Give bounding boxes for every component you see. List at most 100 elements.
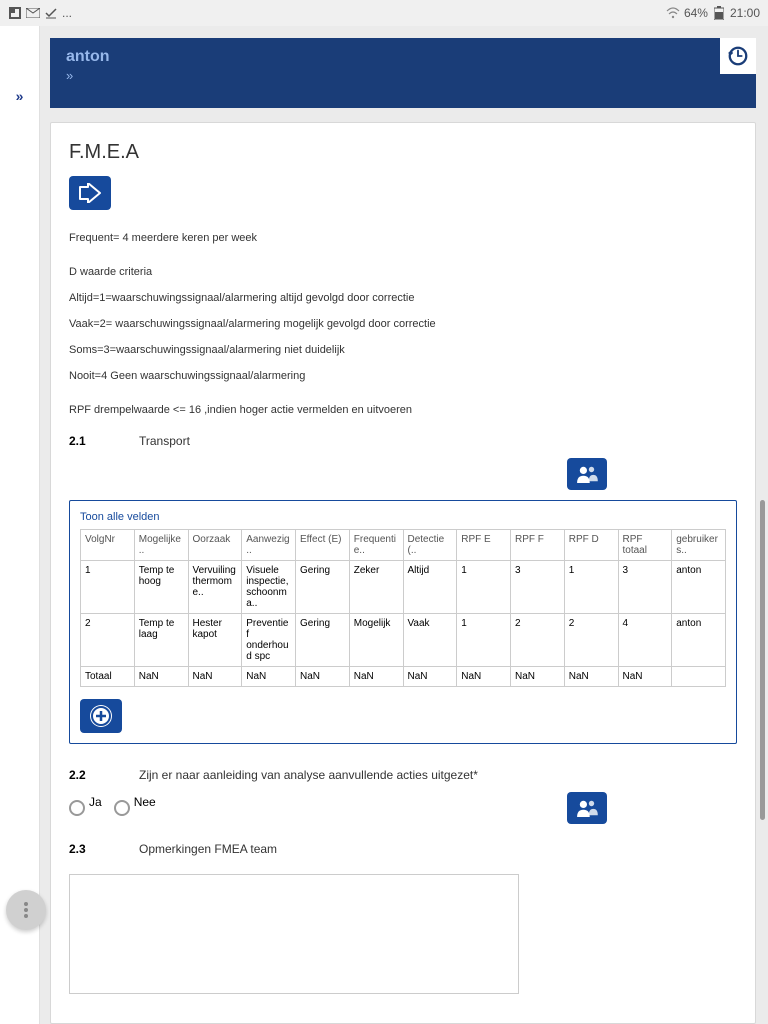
- table-cell: NaN: [457, 667, 511, 687]
- table-header: VolgNr: [81, 530, 135, 561]
- plus-circle-icon: [88, 703, 114, 729]
- persons-button-2[interactable]: [567, 792, 607, 824]
- table-cell: NaN: [564, 667, 618, 687]
- table-cell: Hester kapot: [188, 614, 242, 667]
- dots-vertical-icon: [23, 901, 29, 919]
- table-cell: NaN: [403, 667, 457, 687]
- table-header: gebruikers..: [672, 530, 726, 561]
- table-cell: Vervuiling thermome..: [188, 561, 242, 614]
- table-cell: Temp te laag: [134, 614, 188, 667]
- info-nooit: Nooit=4 Geen waarschuwingssignaal/alarme…: [69, 370, 737, 382]
- table-cell: 1: [457, 614, 511, 667]
- table-header: RPF E: [457, 530, 511, 561]
- table-cell: 2: [81, 614, 135, 667]
- scrollbar[interactable]: [760, 500, 765, 820]
- battery-icon: [712, 6, 726, 20]
- comments-textarea[interactable]: [69, 874, 519, 994]
- section-2-3-label: Opmerkingen FMEA team: [139, 842, 277, 856]
- info-soms: Soms=3=waarschuwingssignaal/alarmering n…: [69, 344, 737, 356]
- section-2-1-num: 2.1: [69, 434, 109, 448]
- table-cell: 3: [511, 561, 565, 614]
- table-cell: NaN: [296, 667, 350, 687]
- section-2-2-num: 2.2: [69, 768, 109, 782]
- table-cell: Mogelijk: [349, 614, 403, 667]
- table-cell: anton: [672, 561, 726, 614]
- table-cell: Altijd: [403, 561, 457, 614]
- table-cell: Vaak: [403, 614, 457, 667]
- table-cell: 3: [618, 561, 672, 614]
- content-card: F.M.E.A Frequent= 4 meerdere keren per w…: [50, 122, 756, 1024]
- battery-pct: 64%: [684, 6, 708, 20]
- expand-sidebar-button[interactable]: »: [0, 88, 39, 104]
- app-header: anton »: [50, 38, 756, 108]
- table-cell: Temp te hoog: [134, 561, 188, 614]
- show-all-fields-link[interactable]: Toon alle velden: [80, 511, 726, 523]
- navigate-button[interactable]: [69, 176, 111, 210]
- sync-icon: [727, 45, 749, 67]
- table-row[interactable]: 2Temp te laagHester kapotPreventief onde…: [81, 614, 726, 667]
- arrow-right-icon: [78, 183, 102, 203]
- header-action-button[interactable]: [720, 38, 756, 74]
- table-cell: 2: [511, 614, 565, 667]
- table-cell: Zeker: [349, 561, 403, 614]
- header-title: anton: [66, 48, 110, 66]
- table-cell: NaN: [349, 667, 403, 687]
- table-cell: Totaal: [81, 667, 135, 687]
- info-rpf: RPF drempelwaarde <= 16 ,indien hoger ac…: [69, 404, 737, 416]
- header-breadcrumb: »: [66, 68, 110, 83]
- status-bar: ... 64% 21:00: [0, 0, 768, 26]
- persons-button-1[interactable]: [567, 458, 607, 490]
- table-cell: Visuele inspectie, schoonma..: [242, 561, 296, 614]
- mail-icon: [26, 6, 40, 20]
- table-cell: NaN: [511, 667, 565, 687]
- table-cell: Preventief onderhoud spc: [242, 614, 296, 667]
- clock: 21:00: [730, 6, 760, 20]
- table-cell: 1: [564, 561, 618, 614]
- radio-ja-label: Ja: [89, 795, 102, 809]
- persons-icon: [576, 465, 598, 483]
- info-d-criteria: D waarde criteria: [69, 266, 737, 278]
- fab-more-button[interactable]: [6, 890, 46, 930]
- table-cell: 1: [457, 561, 511, 614]
- section-2-1-label: Transport: [139, 434, 190, 448]
- table-cell: 4: [618, 614, 672, 667]
- fmea-table: VolgNrMogelijke ..OorzaakAanwezig..Effec…: [80, 529, 726, 687]
- table-row[interactable]: TotaalNaNNaNNaNNaNNaNNaNNaNNaNNaNNaN: [81, 667, 726, 687]
- fmea-table-container: Toon alle velden VolgNrMogelijke ..Oorza…: [69, 500, 737, 744]
- info-frequent: Frequent= 4 meerdere keren per week: [69, 232, 737, 244]
- table-cell: anton: [672, 614, 726, 667]
- table-cell: NaN: [134, 667, 188, 687]
- table-cell: 2: [564, 614, 618, 667]
- table-header: Detectie (..: [403, 530, 457, 561]
- section-2-3-num: 2.3: [69, 842, 109, 856]
- add-row-button[interactable]: [80, 699, 122, 733]
- table-header: Aanwezig..: [242, 530, 296, 561]
- table-cell: NaN: [242, 667, 296, 687]
- info-altijd: Altijd=1=waarschuwingssignaal/alarmering…: [69, 292, 737, 304]
- table-cell: NaN: [188, 667, 242, 687]
- table-cell: NaN: [618, 667, 672, 687]
- radio-nee[interactable]: [114, 800, 130, 816]
- table-header: Frequentie..: [349, 530, 403, 561]
- table-header: Oorzaak: [188, 530, 242, 561]
- table-header: Effect (E): [296, 530, 350, 561]
- status-more: ...: [62, 6, 72, 20]
- page-title: F.M.E.A: [69, 141, 737, 164]
- table-header: RPF totaal: [618, 530, 672, 561]
- table-cell: Gering: [296, 561, 350, 614]
- info-vaak: Vaak=2= waarschuwingssignaal/alarmering …: [69, 318, 737, 330]
- table-row[interactable]: 1Temp te hoogVervuiling thermome..Visuel…: [81, 561, 726, 614]
- section-2-2-label: Zijn er naar aanleiding van analyse aanv…: [139, 768, 478, 782]
- flipboard-icon: [8, 6, 22, 20]
- radio-nee-label: Nee: [134, 795, 156, 809]
- radio-ja[interactable]: [69, 800, 85, 816]
- table-cell: Gering: [296, 614, 350, 667]
- left-sidebar: »: [0, 26, 40, 1024]
- table-header: RPF F: [511, 530, 565, 561]
- persons-icon: [576, 799, 598, 817]
- table-cell: [672, 667, 726, 687]
- check-icon: [44, 6, 58, 20]
- table-header: RPF D: [564, 530, 618, 561]
- table-cell: 1: [81, 561, 135, 614]
- wifi-icon: [666, 6, 680, 20]
